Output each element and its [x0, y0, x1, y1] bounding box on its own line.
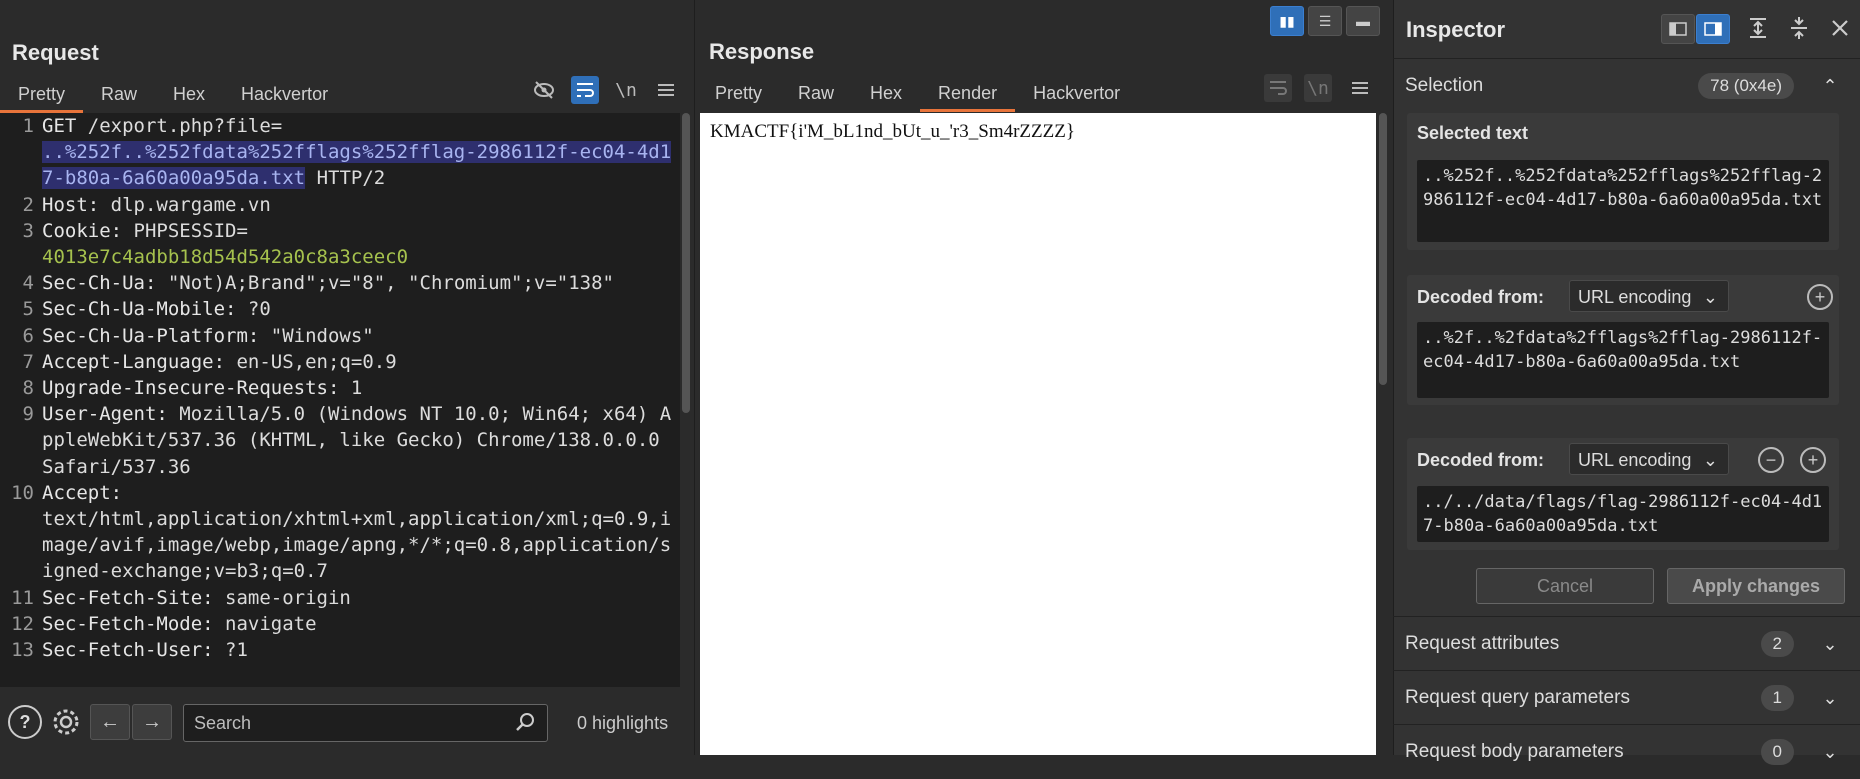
chevron-down-icon[interactable]: ⌄	[1818, 688, 1842, 709]
inspector-title: Inspector	[1406, 17, 1506, 42]
chevron-down-icon: ⌄	[1702, 287, 1718, 307]
request-tabs: Pretty Raw Hex Hackvertor	[0, 76, 346, 113]
cancel-button[interactable]: Cancel	[1476, 568, 1654, 604]
request-query-parameters-header[interactable]: Request query parameters 1 ⌄	[1393, 670, 1860, 725]
request-attributes-header[interactable]: Request attributes 2 ⌄	[1393, 616, 1860, 671]
response-tab-pretty[interactable]: Pretty	[697, 75, 780, 111]
newline-toggle[interactable]: \n	[1304, 74, 1332, 102]
response-title: Response	[709, 39, 815, 64]
selected-text-card: Selected text ..%252f..%252fdata%252ffla…	[1407, 113, 1839, 250]
selected-text-title: Selected text	[1417, 123, 1529, 143]
help-icon[interactable]: ?	[8, 705, 42, 739]
decoded-from-label: Decoded from:	[1417, 287, 1545, 307]
code-line: 9 User-Agent: Mozilla/5.0 (Windows NT 10.…	[22, 403, 672, 478]
layout-toggle-group: ▮▮ ☰ ▬	[1270, 6, 1380, 36]
code-line: 11 Sec-Fetch-Site: same-origin	[11, 586, 351, 609]
layout-columns-icon[interactable]: ▮▮	[1270, 6, 1304, 36]
request-scrollbar[interactable]	[680, 113, 692, 687]
code-line: 12 Sec-Fetch-Mode: navigate	[11, 612, 317, 635]
request-body-parameters-header[interactable]: Request body parameters 0 ⌄	[1393, 724, 1860, 779]
add-decode-icon[interactable]: +	[1800, 447, 1826, 473]
encoding-dropdown[interactable]: URL encoding ⌄	[1569, 443, 1729, 475]
wrap-lines-icon[interactable]	[1264, 74, 1292, 102]
code-line: 13 Sec-Fetch-User: ?1	[11, 639, 248, 662]
decoded-card-1: Decoded from: URL encoding ⌄ + ..%2f..%2…	[1407, 275, 1839, 405]
highlights-count: 0 highlights	[577, 713, 669, 733]
decoded-value-1[interactable]: ..%2f..%2fdata%2fflags%2fflag-2986112f-e…	[1417, 322, 1829, 398]
wrap-lines-icon[interactable]	[571, 76, 599, 104]
response-tab-raw[interactable]: Raw	[780, 75, 852, 111]
close-icon[interactable]	[1826, 14, 1854, 42]
code-line: 8 Upgrade-Insecure-Requests: 1	[22, 377, 363, 400]
request-pane: Request Pretty Raw Hex Hackvertor \n 1 G…	[0, 0, 695, 755]
add-decode-icon[interactable]: +	[1807, 284, 1833, 310]
cookie-value: 4013e7c4adbb18d54d542a0c8a3ceec0	[42, 246, 409, 269]
encoding-dropdown[interactable]: URL encoding ⌄	[1569, 280, 1729, 312]
response-tab-hex[interactable]: Hex	[852, 75, 920, 111]
forward-arrow-icon[interactable]: →	[132, 704, 172, 740]
rendered-flag-text: KMACTF{i'M_bL1nd_bUt_u_'r3_Sm4rZZZZ}	[710, 121, 1075, 142]
gear-icon[interactable]	[49, 705, 83, 739]
selection-count-badge: 78 (0x4e)	[1698, 73, 1794, 99]
chevron-down-icon: ⌄	[1702, 450, 1718, 470]
expand-all-icon[interactable]	[1744, 14, 1772, 42]
hamburger-icon[interactable]	[1346, 74, 1374, 102]
code-line: 6 Sec-Ch-Ua-Platform: "Windows"	[22, 324, 374, 347]
request-tab-pretty[interactable]: Pretty	[0, 76, 84, 113]
selection-section-header[interactable]: Selection 78 (0x4e) ⌃	[1393, 58, 1860, 113]
render-view: KMACTF{i'M_bL1nd_bUt_u_'r3_Sm4rZZZZ}	[700, 113, 1376, 755]
request-editor[interactable]: 1 GET /export.php?file= ..%252f..%252fda…	[0, 113, 680, 687]
chevron-down-icon[interactable]: ⌄	[1818, 742, 1842, 763]
chevron-down-icon[interactable]: ⌄	[1818, 634, 1842, 655]
decoded-card-2: Decoded from: URL encoding ⌄ − + ../../d…	[1407, 438, 1839, 550]
code-line: 3 Cookie: PHPSESSID= 4013e7c4adbb18d54d54…	[22, 219, 409, 269]
search-icon[interactable]	[515, 711, 537, 738]
code-line: 5 Sec-Ch-Ua-Mobile: ?0	[22, 298, 271, 321]
code-line: 7 Accept-Language: en-US,en;q=0.9	[22, 350, 397, 373]
request-tab-raw[interactable]: Raw	[83, 76, 155, 112]
code-line: 10 Accept: text/html,application/xhtml+xm…	[11, 481, 672, 583]
newline-toggle[interactable]: \n	[612, 76, 640, 104]
code-line: 2 Host: dlp.wargame.vn	[22, 193, 271, 216]
eye-slash-icon[interactable]	[530, 76, 558, 104]
layout-single-icon[interactable]: ▬	[1346, 6, 1380, 36]
code-line: 4 Sec-Ch-Ua: "Not)A;Brand";v="8", "Chromi…	[22, 272, 614, 295]
response-tabs: Pretty Raw Hex Render Hackvertor	[697, 75, 1138, 112]
chevron-up-icon[interactable]: ⌃	[1818, 76, 1842, 97]
selection-label: Selection	[1405, 75, 1484, 96]
request-title: Request	[12, 40, 99, 65]
panel-left-icon[interactable]	[1661, 14, 1695, 44]
code-line: 1 GET /export.php?file= ..%252f..%252fda…	[22, 115, 672, 190]
layout-rows-icon[interactable]: ☰	[1308, 6, 1342, 36]
collapse-all-icon[interactable]	[1785, 14, 1813, 42]
search-box	[183, 704, 548, 742]
response-tab-hackvertor[interactable]: Hackvertor	[1015, 75, 1138, 111]
panel-right-icon[interactable]	[1696, 14, 1730, 44]
hamburger-icon[interactable]	[652, 76, 680, 104]
selected-text-value[interactable]: ..%252f..%252fdata%252fflags%252fflag-29…	[1417, 160, 1829, 242]
response-scrollbar[interactable]	[1376, 113, 1390, 755]
response-tab-render[interactable]: Render	[920, 75, 1016, 112]
request-tab-hex[interactable]: Hex	[155, 76, 223, 112]
remove-decode-icon[interactable]: −	[1758, 447, 1784, 473]
request-tab-hackvertor[interactable]: Hackvertor	[223, 76, 346, 112]
search-input[interactable]	[192, 705, 496, 741]
apply-changes-button[interactable]: Apply changes	[1667, 568, 1845, 604]
decoded-from-label: Decoded from:	[1417, 450, 1545, 470]
back-arrow-icon[interactable]: ←	[90, 704, 130, 740]
decoded-value-2[interactable]: ../../data/flags/flag-2986112f-ec04-4d17…	[1417, 486, 1829, 542]
